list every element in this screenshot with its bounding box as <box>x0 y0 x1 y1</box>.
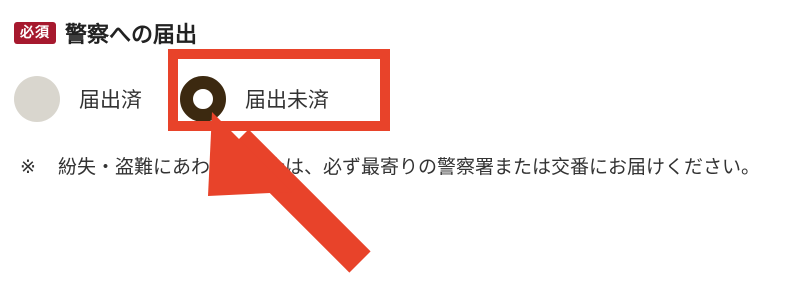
note-mark: ※ <box>20 156 36 178</box>
note-text: 紛失・盗難にあわれた場合は、必ず最寄りの警察署または交番にお届けください。 <box>58 156 761 178</box>
highlight-box <box>168 49 390 131</box>
radio-option-reported[interactable]: 届出済 <box>14 76 142 122</box>
radio-label-reported[interactable]: 届出済 <box>79 84 142 114</box>
required-badge: 必須 <box>14 22 56 44</box>
section-header: 必須 警察への届出 <box>14 17 197 49</box>
radio-button-unselected[interactable] <box>14 76 60 122</box>
section-title: 警察への届出 <box>65 23 198 48</box>
police-report-note: ※ 紛失・盗難にあわれた場合は、必ず最寄りの警察署または交番にお届けください。 <box>20 150 780 184</box>
